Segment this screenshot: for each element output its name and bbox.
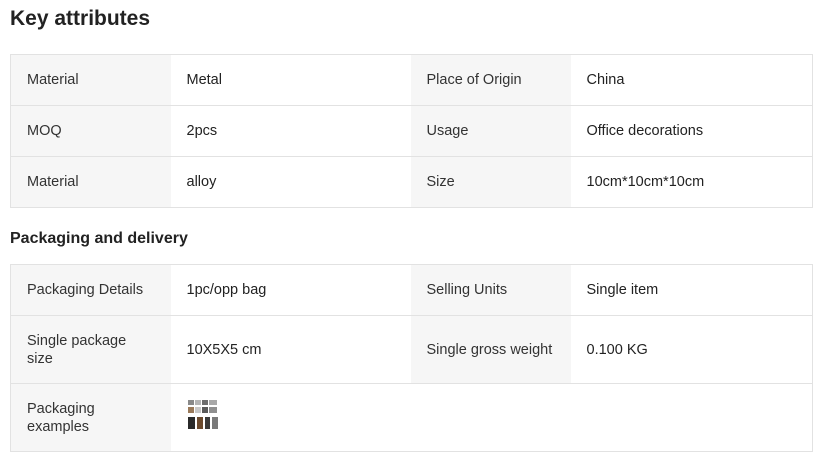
- attr-label-material-2: Material: [10, 156, 171, 208]
- packaging-example-image: [186, 399, 219, 431]
- attr-value-material-2: alloy: [170, 156, 411, 208]
- key-attributes-title: Key attributes: [10, 7, 151, 30]
- attr-value-single-gross-weight: 0.100 KG: [570, 315, 813, 384]
- packaging-example-thumbnail[interactable]: [186, 399, 219, 436]
- attr-label-usage: Usage: [410, 105, 571, 157]
- attr-value-size: 10cm*10cm*10cm: [570, 156, 813, 208]
- table-row: Material Metal Place of Origin China: [10, 54, 813, 106]
- attr-label-selling-units: Selling Units: [410, 264, 571, 316]
- table-row: Packaging Details 1pc/opp bag Selling Un…: [10, 264, 813, 316]
- table-row: Packaging examples: [10, 383, 813, 452]
- attr-label-single-package-size: Single package size: [10, 315, 171, 384]
- packaging-delivery-title: Packaging and delivery: [10, 230, 188, 247]
- packaging-examples-cell: [170, 383, 813, 452]
- attr-value-selling-units: Single item: [570, 264, 813, 316]
- table-row: MOQ 2pcs Usage Office decorations: [10, 105, 813, 157]
- packaging-delivery-table: Packaging Details 1pc/opp bag Selling Un…: [10, 264, 813, 452]
- table-row: Single package size 10X5X5 cm Single gro…: [10, 315, 813, 384]
- attr-label-packaging-details: Packaging Details: [10, 264, 171, 316]
- attr-value-place-of-origin: China: [570, 54, 813, 106]
- attr-label-place-of-origin: Place of Origin: [410, 54, 571, 106]
- key-attributes-table: Material Metal Place of Origin China MOQ…: [10, 54, 813, 208]
- table-row: Material alloy Size 10cm*10cm*10cm: [10, 156, 813, 208]
- attr-value-moq: 2pcs: [170, 105, 411, 157]
- attr-value-material: Metal: [170, 54, 411, 106]
- attr-label-packaging-examples: Packaging examples: [10, 383, 171, 452]
- attr-value-packaging-details: 1pc/opp bag: [170, 264, 411, 316]
- attr-label-material: Material: [10, 54, 171, 106]
- attr-label-size: Size: [410, 156, 571, 208]
- product-attributes-panel: Key attributes Material Metal Place of O…: [0, 0, 818, 465]
- attr-label-single-gross-weight: Single gross weight: [410, 315, 571, 384]
- attr-label-moq: MOQ: [10, 105, 171, 157]
- attr-value-usage: Office decorations: [570, 105, 813, 157]
- attr-value-single-package-size: 10X5X5 cm: [170, 315, 411, 384]
